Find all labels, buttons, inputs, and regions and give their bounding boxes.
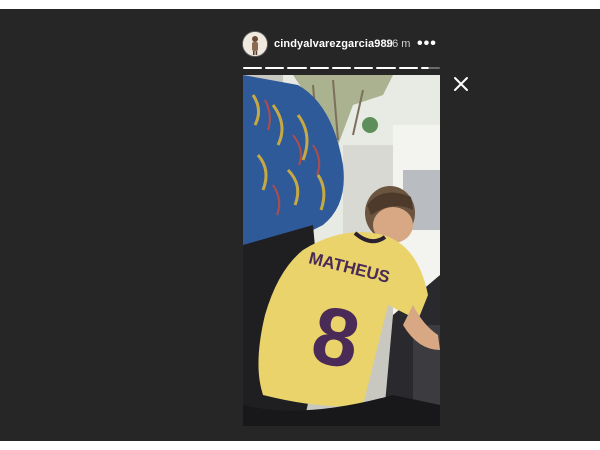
progress-segment — [243, 67, 263, 69]
progress-segment — [265, 67, 285, 69]
close-button[interactable] — [452, 75, 470, 93]
progress-segment — [309, 67, 329, 69]
story-photo: MATHEUS 8 — [243, 75, 440, 426]
timestamp: 26 m — [386, 38, 411, 50]
avatar[interactable] — [243, 32, 267, 56]
more-options-button[interactable]: ••• — [417, 31, 437, 57]
progress-segment — [420, 67, 440, 69]
bottom-strip — [0, 441, 600, 450]
progress-segment — [376, 67, 396, 69]
progress-segment — [287, 67, 307, 69]
more-horizontal-icon: ••• — [417, 35, 437, 52]
progress-segment — [331, 67, 352, 69]
profile-photo-icon — [243, 32, 267, 56]
close-icon — [454, 77, 468, 91]
progress-segment — [354, 67, 374, 69]
story-image[interactable]: MATHEUS 8 — [243, 75, 440, 426]
story-header: cindyalvarezgarcia989 26 m ••• — [243, 30, 440, 58]
progress-segment — [398, 67, 418, 69]
username[interactable]: cindyalvarezgarcia989 — [274, 38, 393, 50]
story-progress — [243, 67, 440, 69]
